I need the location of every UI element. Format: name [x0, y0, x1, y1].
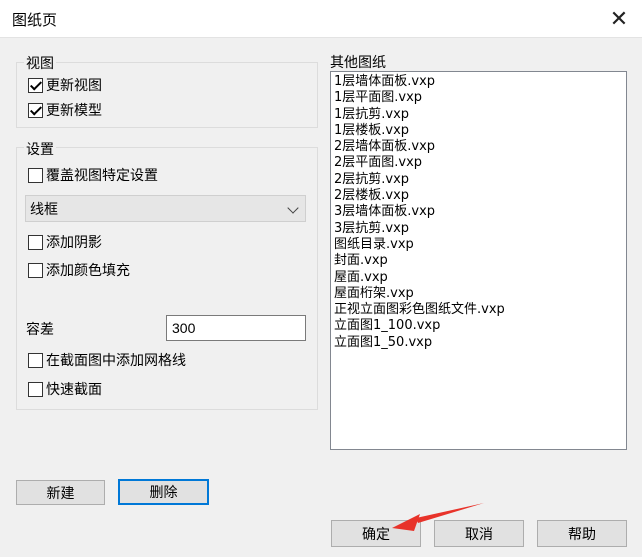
checkbox-checked-icon	[28, 77, 43, 93]
other-drawings-label: 其他图纸	[330, 55, 386, 71]
list-item[interactable]: 封面.vxp	[334, 253, 623, 269]
update-model-label: 更新模型	[46, 103, 102, 119]
list-item[interactable]: 图纸目录.vxp	[334, 237, 623, 253]
list-item[interactable]: 2层墙体面板.vxp	[334, 139, 623, 155]
add-grid-lines-checkbox[interactable]: 在截面图中添加网格线	[28, 350, 186, 370]
checkbox-unchecked-icon	[28, 262, 43, 278]
ok-button[interactable]: 确定	[331, 520, 421, 547]
list-item[interactable]: 3层抗剪.vxp	[334, 221, 623, 237]
close-icon: ✕	[609, 6, 629, 32]
override-view-settings-checkbox[interactable]: 覆盖视图特定设置	[28, 165, 158, 185]
help-button[interactable]: 帮助	[537, 520, 627, 547]
list-item[interactable]: 1层抗剪.vxp	[334, 107, 623, 123]
checkbox-unchecked-icon	[28, 234, 43, 250]
list-item[interactable]: 正视立面图彩色图纸文件.vxp	[334, 302, 623, 318]
add-shadow-label: 添加阴影	[46, 235, 102, 251]
add-color-fill-checkbox[interactable]: 添加颜色填充	[28, 260, 130, 280]
tolerance-input[interactable]	[166, 315, 306, 341]
cancel-button[interactable]: 取消	[434, 520, 524, 547]
tolerance-label: 容差	[26, 322, 54, 338]
list-item[interactable]: 屋面桁架.vxp	[334, 286, 623, 302]
close-button[interactable]: ✕	[596, 0, 642, 38]
update-model-checkbox[interactable]: 更新模型	[28, 100, 102, 120]
other-drawings-list[interactable]: 1层墙体面板.vxp 1层平面图.vxp 1层抗剪.vxp 1层楼板.vxp 2…	[330, 71, 627, 450]
checkbox-unchecked-icon	[28, 381, 43, 397]
list-item[interactable]: 1层楼板.vxp	[334, 123, 623, 139]
update-view-label: 更新视图	[46, 78, 102, 94]
list-item[interactable]: 1层平面图.vxp	[334, 90, 623, 106]
quick-section-label: 快速截面	[46, 382, 102, 398]
checkbox-unchecked-icon	[28, 352, 43, 368]
title-bar: 图纸页 ✕	[0, 0, 642, 38]
list-item[interactable]: 2层平面图.vxp	[334, 155, 623, 171]
list-item[interactable]: 2层抗剪.vxp	[334, 172, 623, 188]
render-mode-value: 线框	[30, 201, 58, 218]
list-item[interactable]: 屋面.vxp	[334, 270, 623, 286]
add-color-fill-label: 添加颜色填充	[46, 263, 130, 279]
add-grid-lines-label: 在截面图中添加网格线	[46, 353, 186, 369]
window-title: 图纸页	[12, 11, 58, 29]
settings-group-legend: 设置	[24, 139, 56, 159]
update-view-checkbox[interactable]: 更新视图	[28, 75, 102, 95]
list-item[interactable]: 立面图1_100.vxp	[334, 318, 623, 334]
render-mode-select[interactable]: 线框	[25, 195, 306, 222]
list-item[interactable]: 2层楼板.vxp	[334, 188, 623, 204]
delete-button[interactable]: 删除	[118, 479, 209, 505]
quick-section-checkbox[interactable]: 快速截面	[28, 379, 102, 399]
add-shadow-checkbox[interactable]: 添加阴影	[28, 232, 102, 252]
list-item[interactable]: 1层墙体面板.vxp	[334, 74, 623, 90]
new-button[interactable]: 新建	[16, 480, 105, 505]
override-view-settings-label: 覆盖视图特定设置	[46, 168, 158, 184]
checkbox-unchecked-icon	[28, 167, 43, 183]
list-item[interactable]: 3层墙体面板.vxp	[334, 204, 623, 220]
chevron-down-icon	[287, 202, 299, 214]
view-group-legend: 视图	[24, 53, 56, 73]
list-item[interactable]: 立面图1_50.vxp	[334, 335, 623, 351]
checkbox-checked-icon	[28, 102, 43, 118]
